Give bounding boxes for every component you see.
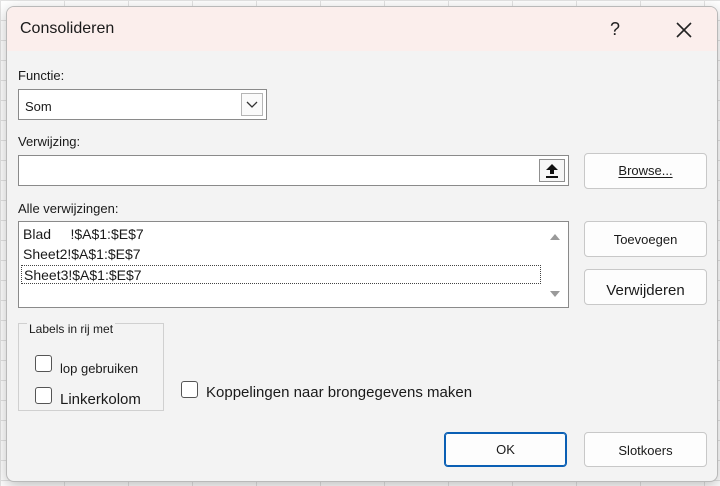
close-icon (676, 22, 692, 38)
browse-button[interactable]: Browse... (584, 153, 707, 189)
labels-groupbox: Labels in rij met lop gebruiken Linkerko… (18, 322, 164, 411)
close-dialog-button-label: Slotkoers (618, 443, 673, 458)
ok-button-label: OK (496, 442, 515, 457)
delete-button[interactable]: Verwijderen (584, 269, 707, 305)
function-dropdown[interactable]: Som (18, 89, 267, 120)
close-button[interactable] (669, 15, 699, 45)
browse-button-label: Browse... (618, 163, 673, 178)
list-item[interactable]: Sheet2!$A$1:$E$7 (21, 245, 541, 264)
collapse-dialog-button[interactable] (539, 159, 565, 182)
left-column-label: Linkerkolom (60, 391, 141, 408)
title-bar: Consolideren ? (7, 7, 717, 51)
help-button[interactable]: ? (601, 15, 629, 43)
consolidate-dialog: Consolideren ? Functie: Som Verwijzing: … (6, 6, 718, 482)
top-row-checkbox[interactable] (35, 355, 52, 372)
reference-label: Verwijzing: (18, 134, 81, 149)
create-links-label: Koppelingen naar brongegevens maken (206, 384, 473, 401)
dropdown-arrow-button[interactable] (241, 93, 263, 116)
function-selected-value: Som (25, 99, 52, 114)
list-item[interactable]: Blad !$A$1:$E$7 (21, 225, 541, 244)
function-label: Functie: (18, 68, 65, 83)
left-column-checkbox[interactable] (35, 387, 52, 404)
ok-button[interactable]: OK (444, 432, 567, 467)
delete-button-label: Verwijderen (606, 282, 685, 299)
top-row-label: lop gebruiken (60, 361, 139, 376)
list-item-selected[interactable]: Sheet3!$A$1:$E$7 (21, 265, 541, 284)
triangle-down-icon (550, 291, 560, 297)
upload-arrow-icon (546, 164, 558, 178)
labels-group-title: Labels in rij met (27, 322, 116, 336)
reference-input[interactable] (18, 155, 569, 186)
all-references-list[interactable]: Blad !$A$1:$E$7 Sheet2!$A$1:$E$7 Sheet3!… (18, 221, 569, 308)
triangle-up-icon (550, 234, 560, 240)
scroll-down-arrow[interactable] (548, 287, 562, 301)
create-links-checkbox[interactable] (181, 381, 198, 398)
close-dialog-button[interactable]: Slotkoers (584, 432, 707, 467)
add-button[interactable]: Toevoegen (584, 221, 707, 257)
chevron-down-icon (246, 101, 258, 108)
scroll-up-arrow[interactable] (548, 230, 562, 244)
add-button-label: Toevoegen (613, 232, 678, 247)
dialog-title: Consolideren (20, 20, 115, 37)
all-references-label: Alle verwijzingen: (18, 201, 119, 216)
